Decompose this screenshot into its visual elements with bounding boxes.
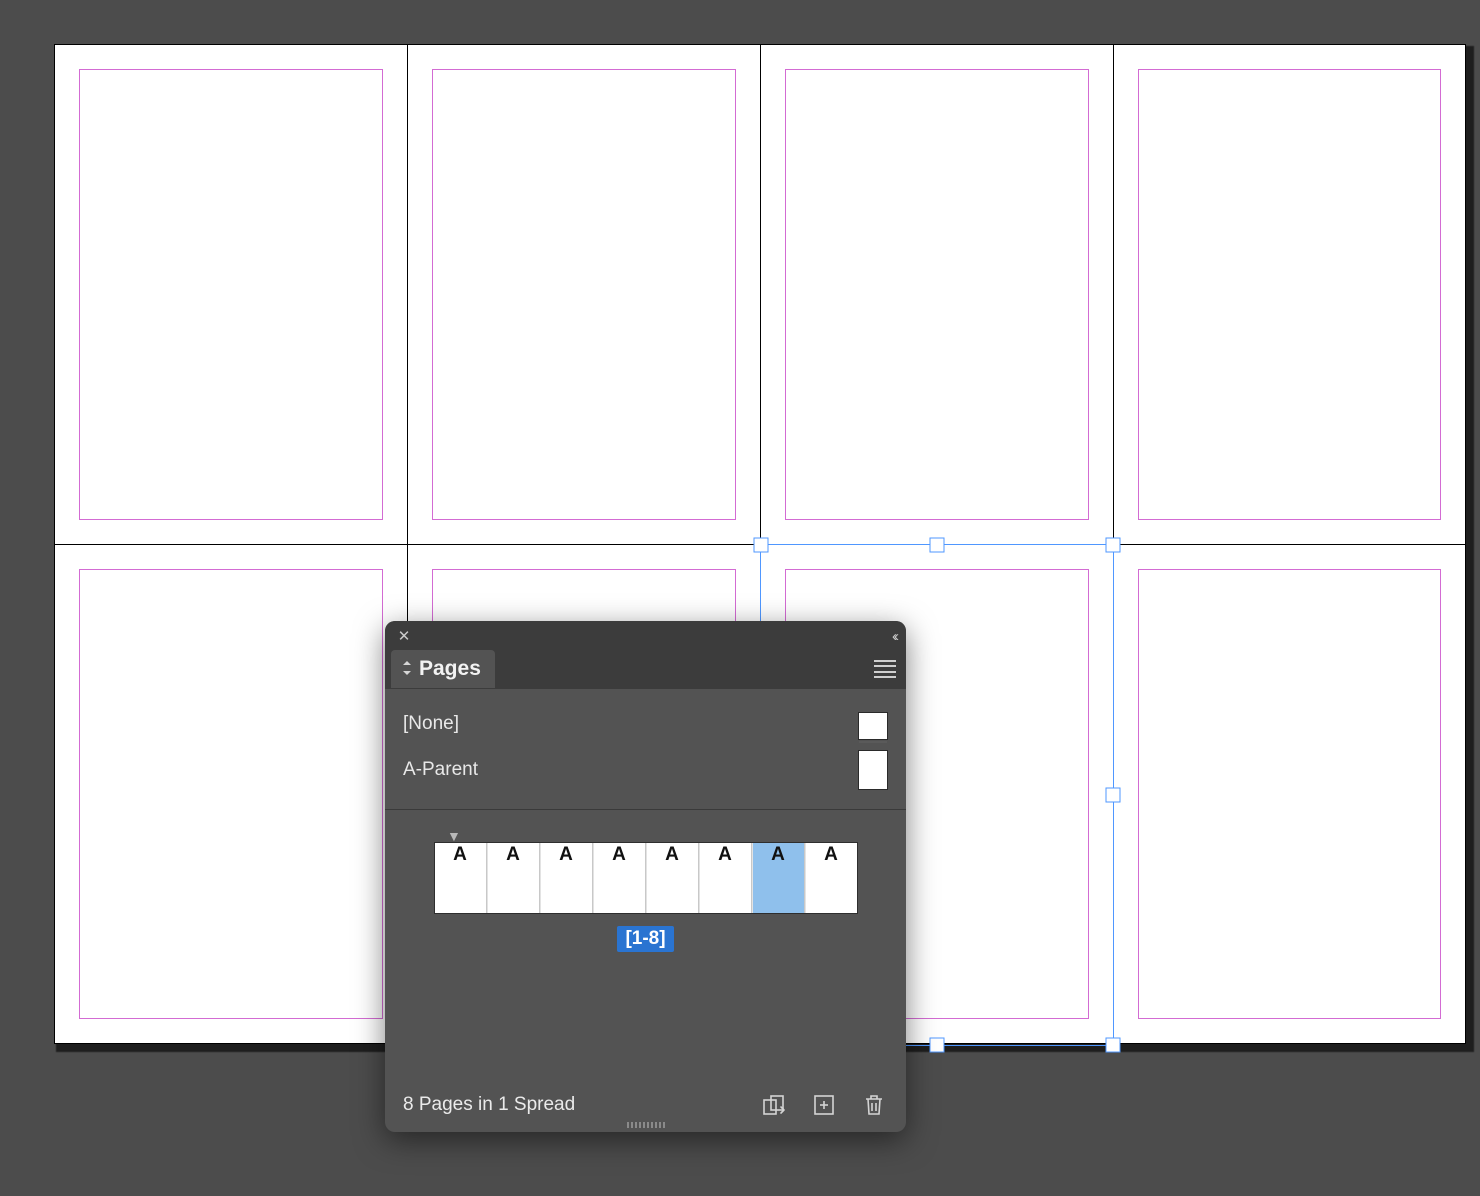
thumb-label: A (488, 844, 539, 866)
panel-titlebar[interactable]: ✕ ‹‹ (385, 621, 906, 649)
master-label: [None] (403, 713, 459, 735)
edit-page-size-button[interactable] (760, 1092, 788, 1118)
page-8[interactable] (1113, 544, 1466, 1044)
tab-pages[interactable]: Pages (391, 650, 495, 688)
master-a-parent[interactable]: A-Parent (403, 747, 888, 793)
page-2[interactable] (407, 44, 760, 544)
pages-panel[interactable]: ✕ ‹‹ Pages [None] A-Parent ▼ AAAAAAAA [1… (385, 621, 906, 1132)
page-5[interactable] (54, 544, 407, 1044)
delete-page-button[interactable] (860, 1092, 888, 1118)
margin-guide (79, 569, 383, 1019)
thumb-label: A (806, 844, 857, 866)
thumb-row: AAAAAAAA (434, 842, 858, 914)
close-icon[interactable]: ✕ (395, 627, 413, 645)
page-thumb-5[interactable]: A (646, 843, 699, 913)
margin-guide (432, 69, 736, 520)
master-none[interactable]: [None] (403, 701, 888, 747)
page-thumbs-area: ▼ AAAAAAAA [1-8] (385, 810, 906, 962)
margin-guide (1138, 69, 1441, 520)
thumb-label: A (647, 844, 698, 866)
page-thumb-8[interactable]: A (805, 843, 858, 913)
new-page-button[interactable] (810, 1092, 838, 1118)
master-thumb-none[interactable] (858, 712, 888, 740)
panel-footer: 8 Pages in 1 Spread (385, 1082, 906, 1132)
panel-tabbar: Pages (385, 649, 906, 689)
page-range-label[interactable]: [1-8] (617, 926, 673, 952)
thumb-label: A (435, 844, 486, 866)
master-label: A-Parent (403, 759, 478, 781)
page-4[interactable] (1113, 44, 1466, 544)
page-thumb-7[interactable]: A (752, 843, 805, 913)
thumb-label: A (700, 844, 751, 866)
page-thumb-4[interactable]: A (593, 843, 646, 913)
page-3[interactable] (760, 44, 1113, 544)
thumb-label: A (594, 844, 645, 866)
panel-spacer (385, 962, 906, 1082)
margin-guide (785, 69, 1089, 520)
margin-guide (79, 69, 383, 520)
sort-icon (401, 660, 413, 679)
page-1[interactable] (54, 44, 407, 544)
page-thumb-2[interactable]: A (487, 843, 540, 913)
panel-menu-icon[interactable] (874, 660, 896, 678)
thumb-label: A (541, 844, 592, 866)
masters-list: [None] A-Parent (385, 689, 906, 810)
page-thumb-3[interactable]: A (540, 843, 593, 913)
tab-label: Pages (419, 657, 481, 681)
page-thumb-6[interactable]: A (699, 843, 752, 913)
collapse-icon[interactable]: ‹‹ (892, 628, 896, 645)
margin-guide (1138, 569, 1441, 1019)
resize-grip-icon[interactable] (611, 1122, 681, 1130)
page-thumb-1[interactable]: A (434, 843, 487, 913)
thumb-label: A (753, 844, 804, 866)
status-text: 8 Pages in 1 Spread (403, 1094, 738, 1116)
master-thumb-a[interactable] (858, 750, 888, 790)
